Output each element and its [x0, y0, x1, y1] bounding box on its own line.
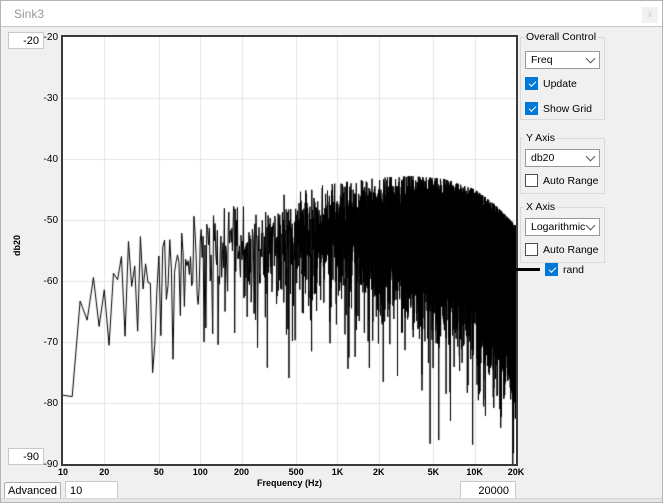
chevron-down-icon: [586, 152, 596, 162]
y-tick-label: -30: [19, 93, 58, 104]
x-auto-range-checkbox[interactable]: [525, 243, 538, 256]
y-tick-label: -20: [19, 32, 58, 43]
y-axis-dropdown-value: db20: [531, 152, 554, 164]
overall-control-dropdown-value: Freq: [531, 54, 553, 66]
x-tick-label: 500: [276, 467, 316, 477]
legend-rand-checkbox[interactable]: [545, 263, 558, 276]
y-tick-label: -70: [19, 337, 58, 348]
title-bar: Sink3 x: [1, 1, 662, 27]
x-auto-range-label: Auto Range: [543, 244, 598, 256]
chevron-down-icon: [586, 221, 596, 231]
window-title: Sink3: [14, 7, 44, 21]
legend: rand: [515, 263, 584, 276]
y-auto-range-row[interactable]: Auto Range: [525, 174, 598, 187]
x-tick-label: 5K: [413, 467, 453, 477]
overall-control-group: Overall Control Freq Update Show Grid: [520, 37, 605, 120]
y-tick-label: -90: [19, 459, 58, 470]
chevron-down-icon: [586, 54, 596, 64]
y-tick-label: -40: [19, 154, 58, 165]
legend-line-swatch: [515, 268, 540, 271]
close-icon[interactable]: x: [642, 7, 658, 23]
x-tick-label: 20: [84, 467, 124, 477]
x-tick-label: 200: [222, 467, 262, 477]
y-tick-label: -60: [19, 276, 58, 287]
x-tick-label: 10K: [455, 467, 495, 477]
window-bottom-edge: [1, 498, 662, 502]
spectrum-canvas[interactable]: [63, 37, 516, 464]
legend-rand-label: rand: [563, 264, 584, 276]
update-checkbox[interactable]: [525, 77, 538, 90]
x-axis-dropdown[interactable]: Logarithmic: [525, 218, 600, 236]
show-grid-checkbox[interactable]: [525, 102, 538, 115]
y-auto-range-label: Auto Range: [543, 175, 598, 187]
x-tick-label: 2K: [359, 467, 399, 477]
app-window: Sink3 x db20 Frequency (Hz) Advanced Ove…: [0, 0, 663, 503]
x-axis-label: Frequency (Hz): [63, 478, 516, 488]
overall-control-dropdown[interactable]: Freq: [525, 51, 600, 69]
update-checkbox-row[interactable]: Update: [525, 77, 577, 90]
x-tick-label: 20K: [496, 467, 536, 477]
x-tick-label: 1K: [317, 467, 357, 477]
show-grid-checkbox-label: Show Grid: [543, 103, 592, 115]
y-axis-group-title: Y Axis: [524, 132, 557, 144]
y-axis-dropdown[interactable]: db20: [525, 149, 600, 167]
overall-control-group-title: Overall Control: [524, 31, 598, 43]
y-axis-group: Y Axis db20 Auto Range: [520, 138, 605, 194]
spectrum-plot[interactable]: [61, 35, 518, 466]
x-axis-group: X Axis Logarithmic Auto Range: [520, 207, 605, 263]
show-grid-checkbox-row[interactable]: Show Grid: [525, 102, 592, 115]
x-tick-label: 100: [180, 467, 220, 477]
x-tick-label: 50: [139, 467, 179, 477]
y-tick-label: -50: [19, 215, 58, 226]
y-tick-label: -80: [19, 398, 58, 409]
x-auto-range-row[interactable]: Auto Range: [525, 243, 598, 256]
x-axis-dropdown-value: Logarithmic: [531, 221, 585, 233]
y-axis-label: db20: [12, 235, 22, 256]
y-auto-range-checkbox[interactable]: [525, 174, 538, 187]
update-checkbox-label: Update: [543, 78, 577, 90]
x-axis-group-title: X Axis: [524, 201, 557, 213]
